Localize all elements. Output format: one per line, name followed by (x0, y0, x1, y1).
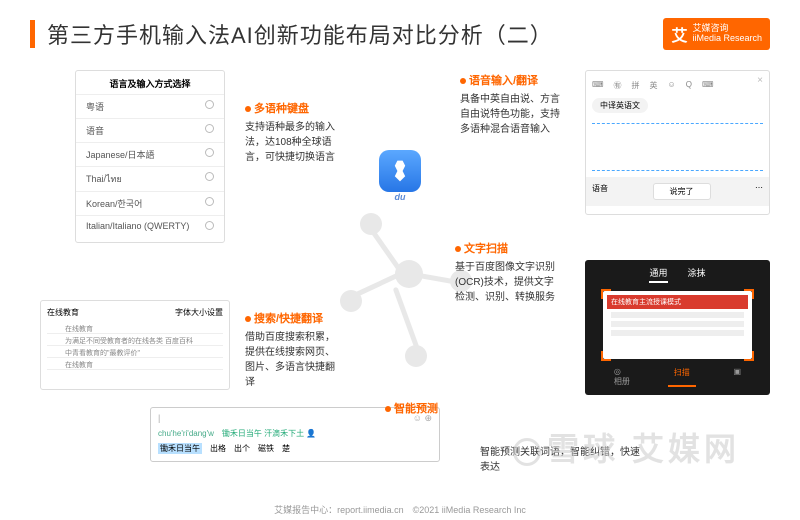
panel-header: 语言及输入方式选择 (76, 77, 224, 94)
waveform-icon (592, 123, 763, 171)
feature-multilang: 多语种键盘 支持语种最多的输入法，达108种全球语言，可快捷切换语言 (245, 100, 335, 165)
list-item[interactable]: Japanese/日本語 (76, 142, 224, 166)
tab[interactable]: ☺ (668, 80, 676, 91)
more-icon[interactable]: ⋯ (755, 183, 763, 200)
tab[interactable]: 英 (650, 80, 658, 91)
radio-icon[interactable] (205, 148, 214, 157)
close-icon[interactable]: × (757, 75, 763, 86)
pinyin-text: chu'he'ri'dang'w (158, 429, 214, 438)
search-result[interactable]: 在线教育 (47, 358, 223, 370)
list-item[interactable]: Italian/Italiano (QWERTY) (76, 215, 224, 236)
ocr-frame: 在线教育主流授课模式 (603, 291, 752, 359)
baidu-logo: du (370, 150, 430, 210)
paw-icon (379, 150, 421, 192)
suggestion-text[interactable]: 锄禾日当午 汗滴禾下土 (222, 429, 304, 438)
search-result[interactable]: 中青看教育的"最教评价" (47, 346, 223, 358)
tab[interactable]: ⌨ (702, 80, 714, 91)
done-button[interactable]: 说完了 (653, 183, 711, 200)
search-panel: 在线教育 字体大小设置 在线教育 为满足不同受教育者的在线各类 百度百科 中青看教… (40, 300, 230, 390)
tab[interactable]: ⌨ (592, 80, 604, 91)
logo-icon: 艾 (671, 22, 687, 46)
tab[interactable]: ㊒ (614, 80, 622, 91)
feature-search: 搜索/快捷翻译 借助百度搜索积累，提供在线搜索网页、图片、多语言快捷翻译 (245, 310, 340, 390)
radio-icon[interactable] (205, 197, 214, 206)
watermark: 雪球 艾媒网 (513, 424, 740, 470)
connector-graph (340, 205, 460, 365)
radio-icon[interactable] (205, 172, 214, 181)
list-item[interactable]: 粤语 (76, 94, 224, 118)
tab[interactable]: 字体大小设置 (175, 307, 223, 318)
radio-icon[interactable] (205, 124, 214, 133)
candidate[interactable]: 磁铁 (258, 443, 274, 454)
feature-predict-title: 智能预测 (385, 400, 455, 420)
candidate[interactable]: 出个 (234, 443, 250, 454)
language-panel: 语言及输入方式选择 粤语 语音 Japanese/日本語 Thai/ไทย Ko… (75, 70, 225, 243)
list-item[interactable]: 语音 (76, 118, 224, 142)
tab[interactable]: 涂抹 (688, 266, 706, 283)
toolbar: ⌨ ㊒ 拼 英 ☺ Q ⌨ (592, 77, 763, 94)
logo-text: 艾媒咨询 iiMedia Research (692, 24, 762, 44)
mode-pill[interactable]: 中译英语文 (592, 98, 648, 113)
ocr-panel: 通用 涂抹 在线教育主流授课模式 ◎相册 扫描 ▣ (585, 260, 770, 395)
tab[interactable]: 通用 (649, 266, 667, 283)
watermark-icon (513, 438, 541, 466)
radio-icon[interactable] (205, 100, 214, 109)
tab[interactable]: Q (686, 80, 692, 91)
candidate[interactable]: 楚 (282, 443, 290, 454)
content: 语言及输入方式选择 粤语 语音 Japanese/日本語 Thai/ไทย Ko… (0, 60, 800, 500)
candidate[interactable]: 锄禾日当午 (158, 443, 202, 454)
brand-logo: 艾 艾媒咨询 iiMedia Research (663, 18, 770, 50)
voice-panel: × ⌨ ㊒ 拼 英 ☺ Q ⌨ 中译英语文 语音 说完了 ⋯ (585, 70, 770, 215)
feature-voice: 语音输入/翻译 具备中英自由说、方言自由说特色功能，支持多语种混合语音输入 (460, 72, 560, 137)
header: 第三方手机输入法AI创新功能布局对比分析（二） 艾 艾媒咨询 iiMedia R… (0, 0, 800, 60)
tab[interactable]: 拼 (632, 80, 640, 91)
page-title: 第三方手机输入法AI创新功能布局对比分析（二） (47, 18, 663, 50)
candidate-bar: 锄禾日当午 出格 出个 磁铁 楚 (154, 441, 436, 456)
gallery-icon[interactable]: ▣ (734, 367, 742, 387)
tab[interactable]: 在线教育 (47, 307, 79, 318)
accent-bar (30, 20, 35, 48)
list-item[interactable]: Thai/ไทย (76, 166, 224, 191)
voice-button[interactable]: 语音 (592, 183, 608, 200)
feature-ocr: 文字扫描 基于百度图像文字识别(OCR)技术，提供文字检测、识别、转换服务 (455, 240, 555, 305)
camera-icon[interactable]: ◎相册 (614, 367, 630, 387)
list-item[interactable]: Korean/한국어 (76, 191, 224, 215)
ocr-text: 在线教育主流授课模式 (607, 295, 748, 309)
search-result[interactable]: 为满足不同受教育者的在线各类 百度百科 (47, 334, 223, 346)
search-result[interactable]: 在线教育 (47, 322, 223, 334)
scan-button[interactable]: 扫描 (668, 367, 696, 387)
footer: 艾媒报告中心：report.iimedia.cn ©2021 iiMedia R… (0, 503, 800, 516)
candidate[interactable]: 出格 (210, 443, 226, 454)
radio-icon[interactable] (205, 221, 214, 230)
